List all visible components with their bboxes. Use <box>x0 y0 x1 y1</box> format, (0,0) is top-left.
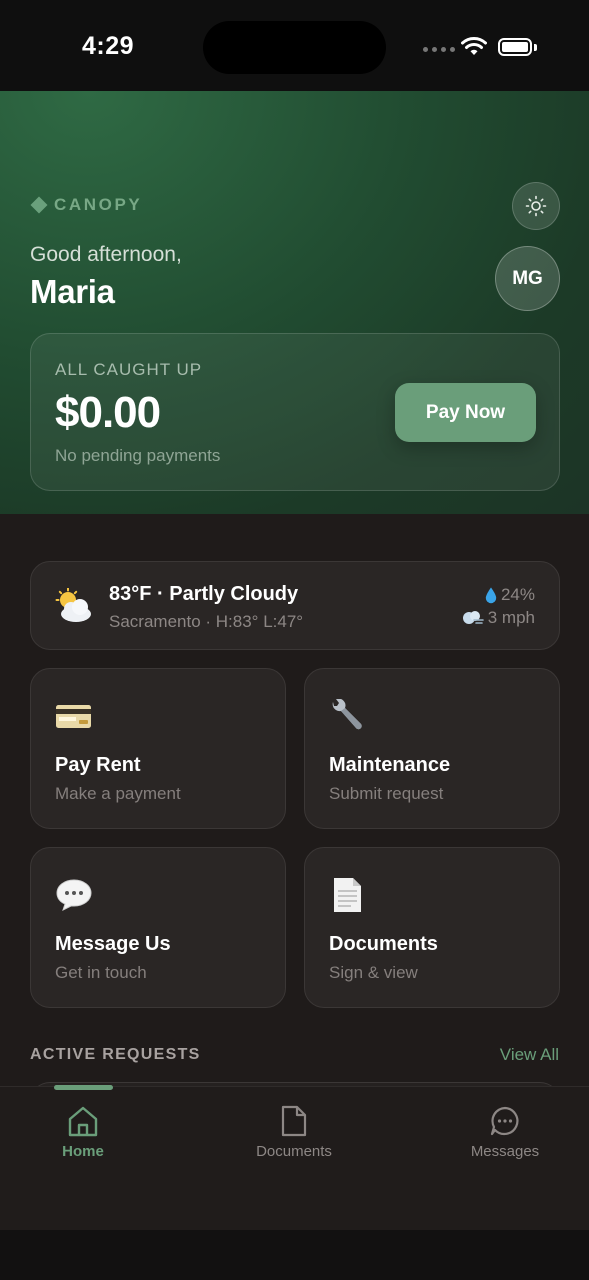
weather-details: Sacramento · H:83° L:47° <box>109 612 304 631</box>
view-all-link[interactable]: View All <box>500 1045 559 1065</box>
wind-icon <box>462 611 484 624</box>
speech-bubble-icon <box>56 879 92 911</box>
sun-icon <box>525 195 547 217</box>
status-bar: 4:29 <box>0 0 589 91</box>
battery-icon <box>498 38 532 56</box>
home-icon <box>68 1106 98 1137</box>
wifi-icon <box>461 37 487 55</box>
brand: CANOPY <box>30 195 142 215</box>
tile-subtitle: Make a payment <box>55 784 181 803</box>
cellular-signal-icon <box>423 47 455 52</box>
tile-title: Maintenance <box>329 754 451 776</box>
home-indicator-area <box>0 1230 589 1280</box>
pay-rent-tile[interactable]: Pay Rent Make a payment <box>30 668 286 829</box>
tab-documents[interactable]: Documents <box>234 1105 354 1160</box>
app-screen: 4:29 CANOPY Good afternoon, Maria MG ALL… <box>0 0 589 1280</box>
avatar[interactable]: MG <box>495 246 560 311</box>
tab-label: Documents <box>256 1143 332 1160</box>
active-tab-indicator <box>54 1085 113 1090</box>
tab-label: Messages <box>470 1143 540 1160</box>
user-name: Maria <box>30 273 115 310</box>
wind-readout: 3 mph <box>462 608 535 628</box>
wind-value: 3 mph <box>487 608 535 627</box>
dynamic-island <box>203 21 386 74</box>
status-time: 4:29 <box>82 32 135 60</box>
weather-summary: 83°F · Partly Cloudy <box>109 583 299 605</box>
message-us-tile[interactable]: Message Us Get in touch <box>30 847 286 1008</box>
humidity-readout: 24% <box>485 585 535 605</box>
diamond-icon <box>30 196 48 214</box>
tile-title: Message Us <box>55 933 171 955</box>
balance-card: ALL CAUGHT UP $0.00 No pending payments … <box>30 333 560 491</box>
tile-title: Documents <box>329 933 438 955</box>
tile-subtitle: Get in touch <box>55 963 147 982</box>
weather-card: 83°F · Partly Cloudy Sacramento · H:83° … <box>30 561 560 650</box>
tile-subtitle: Sign & view <box>329 963 418 982</box>
water-drop-icon <box>485 587 497 603</box>
theme-toggle-button[interactable] <box>512 182 560 230</box>
balance-subtitle: No pending payments <box>55 446 221 465</box>
tab-home[interactable]: Home <box>23 1105 143 1160</box>
tab-messages[interactable]: Messages <box>445 1105 565 1160</box>
tile-subtitle: Submit request <box>329 784 444 803</box>
partly-cloudy-icon <box>55 588 91 622</box>
pay-now-button[interactable]: Pay Now <box>395 383 536 442</box>
credit-card-icon <box>56 705 91 728</box>
document-icon <box>281 1105 307 1137</box>
humidity-value: 24% <box>500 585 535 604</box>
document-icon <box>334 878 361 912</box>
brand-name: CANOPY <box>54 195 143 214</box>
tab-label: Home <box>62 1143 104 1160</box>
chat-icon <box>490 1106 519 1136</box>
active-requests-heading: ACTIVE REQUESTS <box>30 1046 201 1063</box>
wrench-icon <box>332 699 362 730</box>
balance-amount: $0.00 <box>55 388 161 437</box>
maintenance-tile[interactable]: Maintenance Submit request <box>304 668 560 829</box>
documents-tile[interactable]: Documents Sign & view <box>304 847 560 1008</box>
tile-title: Pay Rent <box>55 754 141 776</box>
balance-status-label: ALL CAUGHT UP <box>55 360 203 379</box>
tab-bar: Home Documents Messages <box>0 1085 589 1230</box>
header: CANOPY Good afternoon, Maria MG ALL CAUG… <box>0 91 589 514</box>
battery-tip <box>534 44 537 51</box>
greeting-text: Good afternoon, <box>30 243 182 266</box>
